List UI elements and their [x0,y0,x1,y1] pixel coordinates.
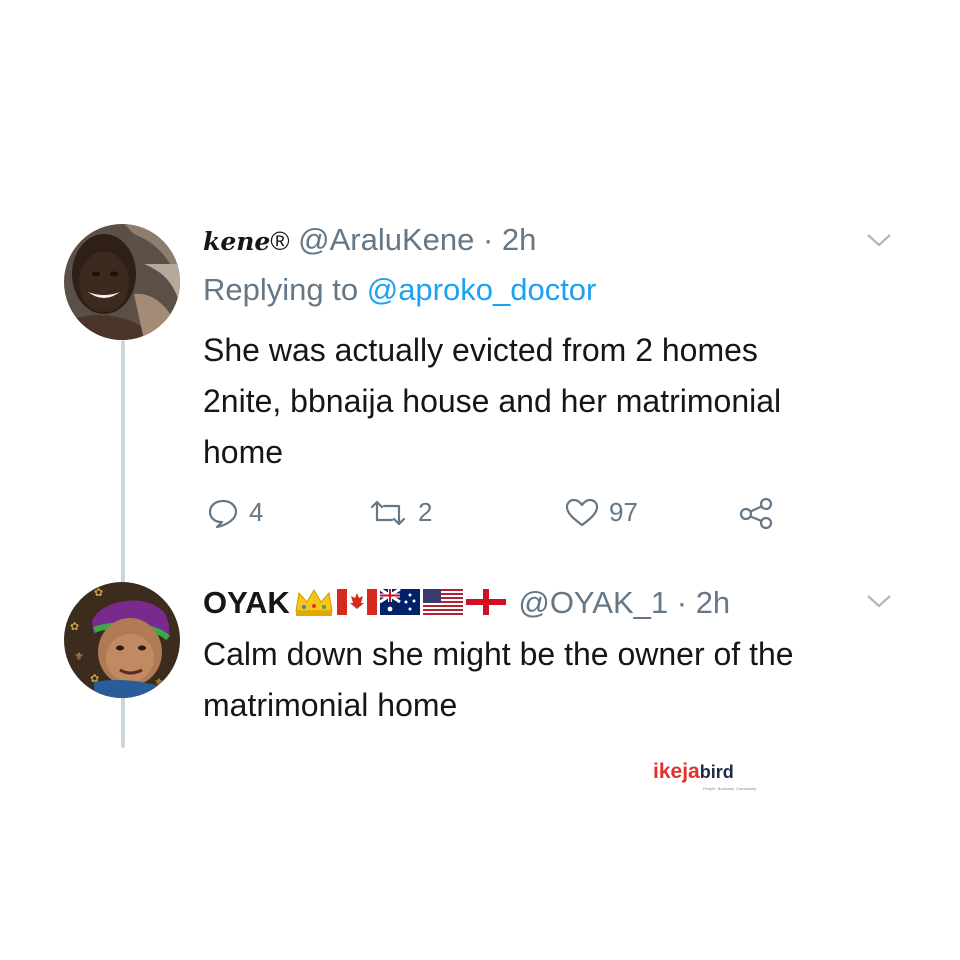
handle[interactable]: @AraluKene [298,222,474,257]
usa-flag-icon [422,589,463,615]
reply-button[interactable]: 4 [207,497,263,528]
share-icon [739,497,773,529]
tweet-text-line: Calm down she might be the owner of the [203,636,794,672]
timestamp[interactable]: · 2h [474,222,536,257]
england-flag-icon [465,589,506,615]
like-button[interactable]: 97 [565,497,638,528]
avatar[interactable]: ⚜ ✿ ✿ ⚜ ✿ ⚜ [64,582,180,698]
tweet-header: kene® @AraluKene · 2h [203,222,536,260]
tweet-header: OYAK @OYAK_1 · 2h [203,585,730,621]
watermark-red-text: ikeja [653,760,700,783]
retweet-icon [370,500,406,525]
replying-to-mention[interactable]: @aproko_doctor [367,272,597,307]
handle[interactable]: @OYAK_1 [518,585,668,620]
reply-count: 4 [249,497,264,527]
tweet-text-line: 2nite, bbnaija house and her matrimonial [203,383,782,419]
svg-text:✿: ✿ [94,586,103,599]
tweet-text-line: She was actually evicted from 2 homes [203,332,758,368]
retweet-count: 2 [418,497,433,527]
tweet-actions: 4 2 97 [0,495,960,535]
svg-text:✿: ✿ [70,620,79,633]
svg-text:⚜: ⚜ [74,650,84,663]
replying-to-line: Replying to @aproko_doctor [203,271,596,309]
tweet-text-line: home [203,434,284,470]
display-name[interactable]: kene [203,227,270,256]
registered-mark: ® [270,226,290,256]
chevron-down-icon[interactable] [866,593,892,609]
tweet-text: She was actually evicted from 2 homes 2n… [203,325,903,478]
crown-icon [295,589,333,616]
like-count: 97 [609,497,638,527]
like-icon [565,498,599,526]
avatar[interactable] [64,224,180,340]
retweet-button[interactable]: 2 [368,497,432,528]
canada-flag-icon [336,589,377,615]
tweet-text-line: matrimonial home [203,687,458,723]
timestamp[interactable]: · 2h [668,585,730,620]
tweet-text: Calm down she might be the owner of the … [203,629,903,731]
display-name[interactable]: OYAK [203,585,290,620]
australia-flag-icon [379,589,420,615]
replying-to-label: Replying to [203,272,367,307]
watermark-logo: ikejabird People. Business. Community [653,755,763,805]
watermark-tagline: People. Business. Community [703,786,757,791]
chevron-down-icon[interactable] [866,232,892,248]
watermark-dark-text: bird [699,762,734,782]
share-button[interactable] [738,497,774,529]
svg-text:⚜: ⚜ [72,594,82,607]
name-emojis [294,587,506,617]
reply-icon [208,499,238,528]
